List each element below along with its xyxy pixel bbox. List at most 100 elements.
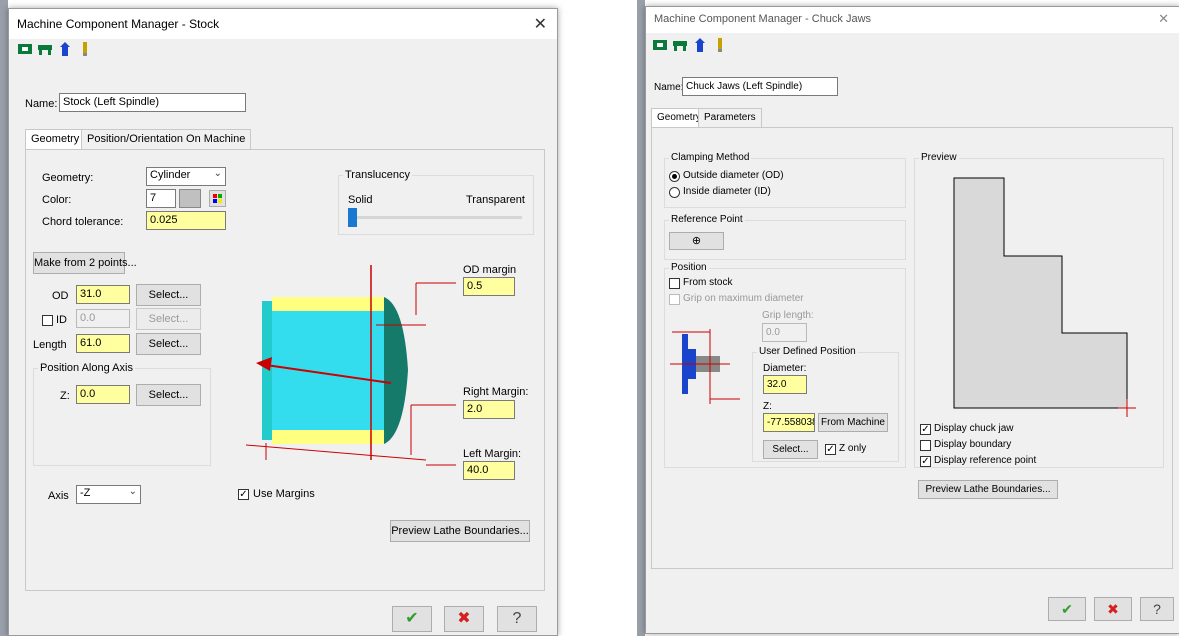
transparent-label: Transparent (466, 194, 525, 206)
use-margins-checkbox[interactable]: ✓ (238, 489, 249, 500)
z-only-label: Z only (839, 443, 867, 454)
outside-diameter-label: Outside diameter (OD) (683, 170, 784, 181)
z-label: Z: (763, 401, 772, 412)
display-reference-point-label: Display reference point (934, 455, 1037, 466)
toolbar (17, 41, 117, 61)
steady-rest-tool-icon[interactable] (712, 37, 728, 53)
z-field[interactable]: -77.558038 (763, 413, 815, 432)
help-button[interactable]: ? (1140, 597, 1174, 621)
right-margin-field[interactable]: 2.0 (463, 400, 515, 419)
name-label: Name: (654, 82, 684, 93)
color-field[interactable]: 7 (146, 189, 176, 208)
cancel-button[interactable]: ✖ (444, 606, 484, 632)
display-boundary-label: Display boundary (934, 439, 1012, 450)
from-machine-button[interactable]: From Machine (818, 413, 888, 432)
close-icon[interactable]: ✕ (534, 14, 547, 34)
use-margins-label: Use Margins (253, 488, 315, 500)
desktop-strip-left (0, 0, 8, 636)
z-field[interactable]: 0.0 (76, 385, 130, 404)
display-chuck-jaw-checkbox[interactable]: ✓ (920, 424, 931, 435)
geometry-combo[interactable]: Cylinder ⌄ (146, 167, 226, 186)
cancel-x-icon: ✖ (1107, 601, 1119, 617)
stock-body-cyan (272, 297, 384, 444)
diameter-label: Diameter: (763, 363, 807, 374)
outside-diameter-radio[interactable] (669, 171, 680, 182)
steady-rest-tool-icon[interactable] (77, 41, 93, 57)
ok-button[interactable]: ✔ (1048, 597, 1086, 621)
stock-tool-icon[interactable] (17, 41, 33, 57)
position-along-axis-group: Position Along Axis (33, 362, 211, 466)
chord-tolerance-field[interactable]: 0.025 (146, 211, 226, 230)
display-reference-point-checkbox[interactable]: ✓ (920, 456, 931, 467)
axis-combo[interactable]: -Z ⌄ (76, 485, 141, 504)
axis-value: -Z (80, 487, 91, 499)
tab-parameters[interactable]: Parameters (698, 108, 762, 128)
cancel-button[interactable]: ✖ (1094, 597, 1132, 621)
chuck-jaws-dialog: Machine Component Manager - Chuck Jaws ✕… (645, 6, 1179, 634)
chuck-tool-icon[interactable] (37, 41, 53, 57)
length-field[interactable]: 61.0 (76, 334, 130, 353)
make-from-2-points-button[interactable]: Make from 2 points... (33, 252, 137, 274)
solid-label: Solid (348, 194, 373, 206)
preview-lathe-boundaries-button[interactable]: Preview Lathe Boundaries... (390, 520, 530, 542)
preview-lathe-boundaries-button[interactable]: Preview Lathe Boundaries... (918, 480, 1058, 499)
from-stock-checkbox[interactable] (669, 278, 680, 289)
chuck-jaw-preview (953, 177, 1136, 417)
toolbar (652, 37, 752, 57)
translucency-label: Translucency (343, 169, 413, 181)
inside-diameter-radio[interactable] (669, 187, 680, 198)
id-checkbox[interactable] (42, 315, 53, 326)
chevron-down-icon: ⌄ (128, 486, 137, 497)
parameters-panel: Clamping Method Outside diameter (OD) In… (651, 127, 1173, 569)
diameter-field[interactable]: 32.0 (763, 375, 807, 394)
translucency-slider-thumb[interactable] (348, 208, 357, 227)
inside-diameter-label: Inside diameter (ID) (683, 186, 771, 197)
od-field[interactable]: 31.0 (76, 285, 130, 304)
length-select-button[interactable]: Select... (136, 333, 201, 355)
grip-length-field[interactable]: 0.0 (762, 323, 807, 342)
tailstock-tool-icon[interactable] (692, 37, 708, 53)
jaw-profile (953, 177, 1128, 409)
from-stock-label: From stock (683, 277, 733, 288)
help-button[interactable]: ? (497, 606, 537, 632)
od-select-button[interactable]: Select... (136, 284, 201, 306)
name-field[interactable]: Stock (Left Spindle) (59, 93, 246, 112)
position-label: Position (669, 262, 709, 273)
od-label: OD (52, 290, 69, 302)
checkmark-icon: ✔ (1061, 601, 1073, 617)
id-select-button[interactable]: Select... (136, 308, 201, 330)
user-defined-position-label: User Defined Position (757, 346, 858, 357)
name-field[interactable]: Chuck Jaws (Left Spindle) (682, 77, 838, 96)
color-swatch[interactable] (179, 189, 201, 208)
window-title: Machine Component Manager - Chuck Jaws (654, 13, 872, 25)
left-margin-label: Left Margin: (463, 448, 522, 460)
od-margin-field[interactable]: 0.5 (463, 277, 515, 296)
palette-icon (213, 194, 222, 203)
tailstock-tool-icon[interactable] (57, 41, 73, 57)
left-margin-field[interactable]: 40.0 (463, 461, 515, 480)
length-label: Length (33, 339, 67, 351)
color-label: Color: (42, 194, 72, 206)
id-field[interactable]: 0.0 (76, 309, 130, 328)
select-button[interactable]: Select... (763, 440, 818, 459)
help-icon: ? (1153, 601, 1161, 617)
display-boundary-checkbox[interactable] (920, 440, 931, 451)
z-only-checkbox[interactable]: ✓ (825, 444, 836, 455)
stock-tool-icon[interactable] (652, 37, 668, 53)
grip-max-diameter-checkbox[interactable] (669, 294, 680, 305)
reference-point-button[interactable]: ⊕ (669, 232, 724, 250)
stock-top-margin (272, 297, 384, 311)
name-label: Name: (25, 98, 58, 110)
close-icon[interactable]: ✕ (1158, 11, 1169, 27)
bottom-dim-line (245, 444, 427, 461)
titlebar: Machine Component Manager - Stock ✕ (9, 9, 557, 39)
tab-geometry[interactable]: Geometry (25, 129, 86, 150)
ok-button[interactable]: ✔ (392, 606, 432, 632)
z-label: Z: (60, 390, 70, 402)
z-select-button[interactable]: Select... (136, 384, 201, 406)
tab-position-orientation[interactable]: Position/Orientation On Machine (81, 129, 252, 149)
grip-length-label: Grip length: (762, 310, 814, 321)
chuck-tool-icon[interactable] (672, 37, 688, 53)
color-palette-button[interactable] (209, 190, 226, 207)
stock-dialog: Machine Component Manager - Stock ✕ Name… (8, 8, 558, 636)
